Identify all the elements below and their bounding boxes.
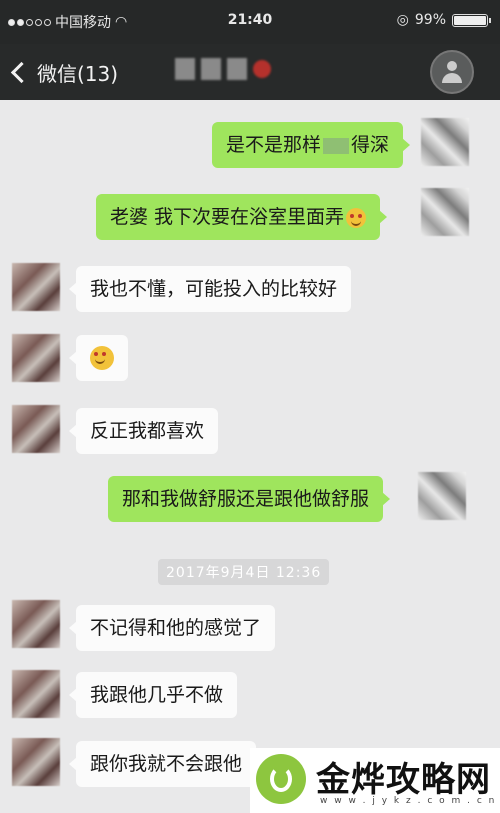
- chevron-left-icon: [10, 61, 33, 84]
- message-bubble-received[interactable]: 反正我都喜欢: [68, 408, 219, 454]
- battery-level-fill: [454, 15, 486, 25]
- self-avatar[interactable]: [418, 472, 466, 520]
- message-bubble-sent[interactable]: 老婆 我下次要在浴室里面弄: [96, 194, 388, 240]
- site-watermark: 金烨攻略网 w w w . j y k z . c o m . c n: [250, 748, 500, 813]
- heart-eyes-emoji: [346, 207, 367, 228]
- message-bubble-sent[interactable]: 是不是那样 得深: [212, 122, 411, 168]
- heart-eyes-emoji: [90, 346, 114, 370]
- wechat-chat-screen: 中国移动 ◠ 21:40 ◎ 99% 微信(13) 是不是那样 得深 老婆 我下次…: [0, 0, 500, 813]
- watermark-title: 金烨攻略网: [316, 760, 491, 800]
- back-button[interactable]: 微信(13): [10, 58, 118, 87]
- person-icon: [442, 61, 462, 83]
- message-bubble-received[interactable]: 我跟他几乎不做: [68, 672, 238, 718]
- chat-info-button[interactable]: [430, 50, 474, 94]
- battery-icon: [452, 13, 491, 27]
- contact-avatar[interactable]: [12, 263, 60, 311]
- mosaic-redaction: [323, 137, 350, 154]
- message-bubble-received[interactable]: [69, 335, 128, 381]
- message-bubble-sent[interactable]: 那和我做舒服还是跟他做舒服: [108, 476, 391, 522]
- status-bar: 中国移动 ◠ 21:40 ◎ 99%: [0, 0, 500, 44]
- contact-avatar[interactable]: [12, 600, 60, 648]
- message-timestamp: 2017年9月4日 12:36: [158, 559, 330, 585]
- chat-header: 微信(13): [0, 44, 500, 100]
- contact-name-redacted: [175, 58, 271, 80]
- battery-percent: 99%: [414, 12, 446, 28]
- message-list[interactable]: 是不是那样 得深 老婆 我下次要在浴室里面弄 我也不懂，可能投入的比较好 反正我都…: [0, 100, 500, 813]
- site-logo-icon: [256, 754, 306, 804]
- back-label: 微信(13): [37, 62, 119, 86]
- contact-avatar[interactable]: [12, 405, 60, 453]
- message-bubble-received[interactable]: 我也不懂，可能投入的比较好: [68, 266, 352, 312]
- contact-avatar[interactable]: [12, 738, 60, 786]
- battery-info: ◎ 99%: [396, 12, 491, 28]
- rotation-lock-icon: ◎: [396, 12, 409, 28]
- message-bubble-received[interactable]: 不记得和他的感觉了: [68, 605, 276, 651]
- watermark-url: w w w . j y k z . c o m . c n: [320, 796, 497, 806]
- contact-avatar[interactable]: [12, 334, 60, 382]
- message-bubble-received[interactable]: 跟你我就不会跟他: [68, 741, 257, 787]
- self-avatar[interactable]: [421, 118, 469, 166]
- self-avatar[interactable]: [421, 188, 469, 236]
- contact-avatar[interactable]: [12, 670, 60, 718]
